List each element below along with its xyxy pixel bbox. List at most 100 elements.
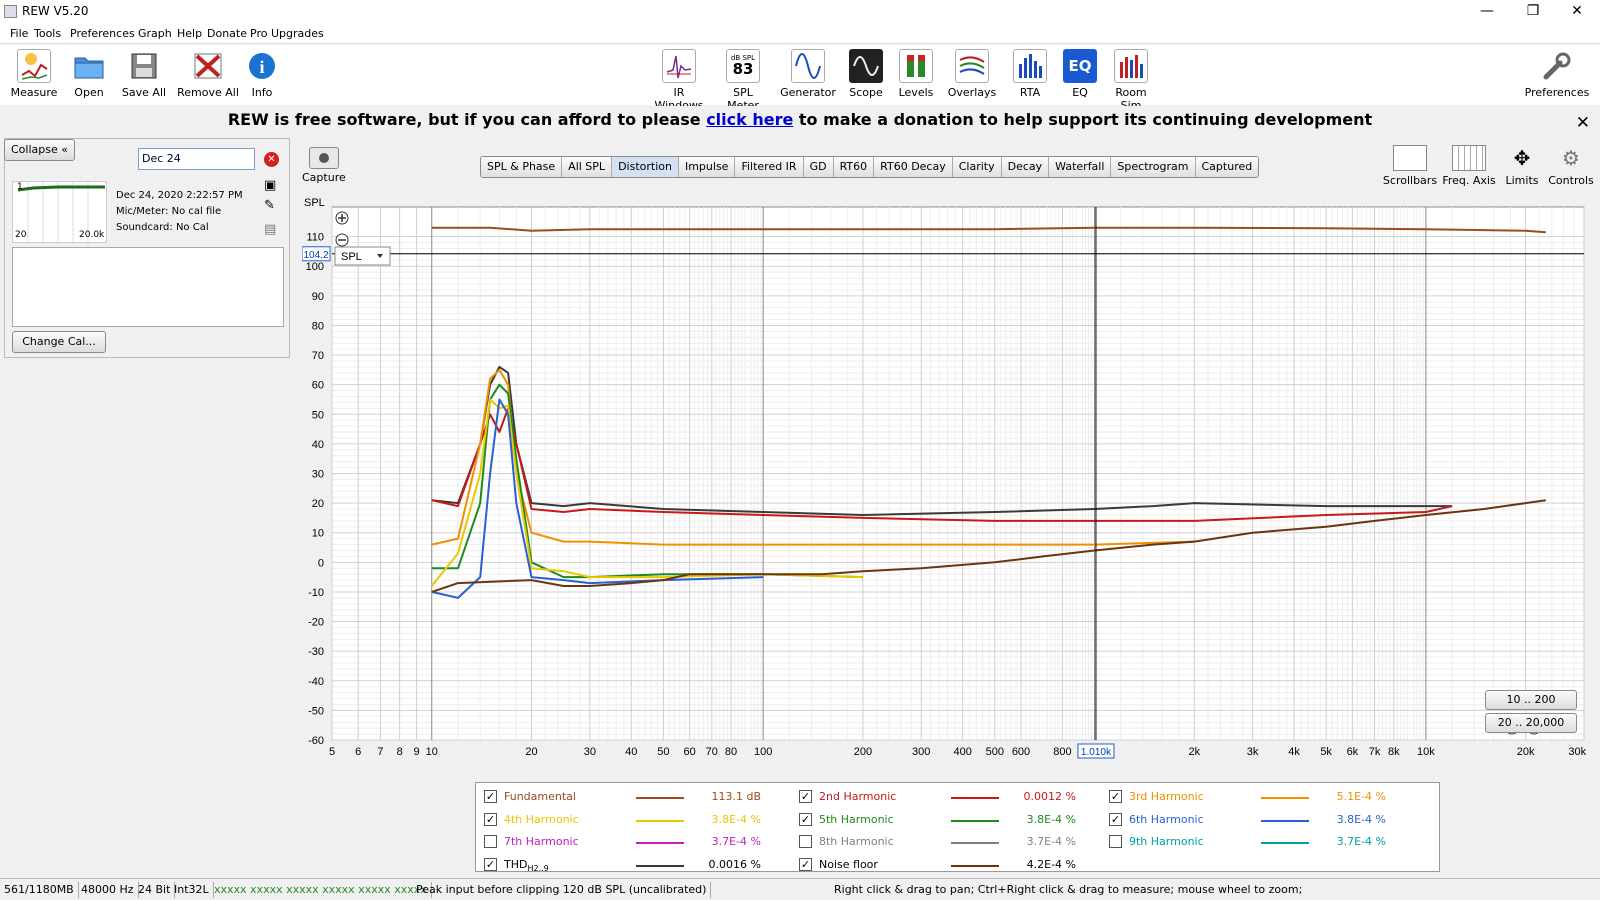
zoom-20-20000-button[interactable]: 20 .. 20,000	[1485, 713, 1577, 733]
legend-checkbox[interactable]: ✓	[484, 857, 497, 871]
scrollbars-button[interactable]: Scrollbars	[1380, 145, 1440, 187]
legend-label: THDH2..9	[504, 858, 549, 873]
minimize-icon[interactable]: —	[1464, 0, 1510, 24]
menu-file[interactable]: File	[10, 27, 28, 40]
legend-item-5th-harmonic: ✓ 5th Harmonic 3.8E-4 %	[791, 811, 1101, 833]
legend-value: 0.0012 %	[1023, 790, 1076, 803]
graph-tabs: SPL & Phase All SPL Distortion Impulse Filte…	[480, 156, 1260, 178]
legend-checkbox[interactable]: ✓	[1109, 790, 1122, 803]
legend-checkbox[interactable]: ✓	[799, 857, 812, 871]
legend-checkbox[interactable]: ✓	[484, 812, 497, 826]
generator-button[interactable]: Generator	[780, 49, 836, 99]
unit-select-value: SPL	[341, 251, 362, 263]
close-banner-icon[interactable]: ✕	[1576, 110, 1590, 137]
scope-button[interactable]: Scope	[846, 49, 886, 99]
restore-icon[interactable]: ❐	[1510, 0, 1556, 24]
tab-clarity[interactable]: Clarity	[952, 157, 1002, 177]
tab-filtered-ir[interactable]: Filtered IR	[735, 157, 804, 177]
legend-checkbox[interactable]: ✓	[799, 790, 812, 803]
legend-name: Fundamental	[504, 790, 576, 803]
tab-rt60-decay[interactable]: RT60 Decay	[874, 157, 953, 177]
legend-value: 3.8E-4 %	[711, 812, 761, 826]
tab-decay[interactable]: Decay	[1001, 157, 1050, 177]
legend-name: 5th Harmonic	[819, 812, 894, 826]
info-button[interactable]: i Info	[242, 49, 282, 99]
ir-windows-button[interactable]: IR Windows	[648, 49, 710, 112]
tab-rt60[interactable]: RT60	[833, 157, 875, 177]
menu-donate[interactable]: Donate	[207, 27, 247, 40]
legend-checkbox[interactable]	[484, 835, 497, 848]
legend-label: 2nd Harmonic	[819, 790, 896, 803]
x-tick-label: 8	[397, 746, 403, 758]
legend-value: 3.8E-4 %	[1336, 812, 1386, 826]
controls-button[interactable]: ⚙ Controls	[1548, 145, 1594, 187]
save-measurement-icon[interactable]: ▣	[264, 178, 276, 193]
notes-area[interactable]	[12, 247, 284, 327]
overlays-button[interactable]: Overlays	[946, 49, 998, 99]
tab-captured[interactable]: Captured	[1195, 157, 1259, 177]
capture-button[interactable]: Capture	[302, 147, 346, 184]
limits-icon: ✥	[1513, 146, 1531, 170]
x-tick-label: 30	[584, 746, 596, 758]
tab-all-spl[interactable]: All SPL	[562, 157, 613, 177]
y-tick-label: 10	[312, 528, 324, 540]
window-title: REW V5.20	[22, 4, 89, 18]
collapse-button[interactable]: Collapse «	[4, 139, 75, 161]
distortion-graph[interactable]: 1101009080706050403020100-10-20-30-40-50…	[302, 195, 1586, 777]
levels-button[interactable]: Levels	[896, 49, 936, 99]
donate-link[interactable]: click here	[706, 110, 793, 129]
tab-spl-phase[interactable]: SPL & Phase	[481, 157, 563, 177]
tab-gd[interactable]: GD	[803, 157, 834, 177]
spl-meter-button[interactable]: dB SPL 83 SPL Meter	[716, 49, 770, 112]
app-icon	[4, 5, 17, 18]
preferences-button[interactable]: Preferences	[1522, 49, 1592, 99]
x-tick-label: 80	[725, 746, 737, 758]
legend-checkbox[interactable]: ✓	[1109, 812, 1122, 826]
x-tick-label: 60	[683, 746, 695, 758]
y-tick-label: 80	[312, 320, 324, 332]
legend-checkbox[interactable]: ✓	[799, 812, 812, 826]
donate-text-suffix: to make a donation to help support its c…	[793, 110, 1373, 129]
y-tick-label: -50	[308, 705, 324, 717]
notes-icon[interactable]: ▤	[264, 222, 276, 237]
legend-checkbox[interactable]	[1109, 835, 1122, 848]
scrollbars-label: Scrollbars	[1382, 174, 1438, 187]
tab-distortion[interactable]: Distortion	[612, 157, 679, 177]
menu-tools[interactable]: Tools	[34, 27, 61, 40]
sample-rate: 48000 Hz	[77, 882, 139, 898]
open-button[interactable]: Open	[64, 49, 114, 99]
change-cal-button[interactable]: Change Cal...	[12, 331, 106, 353]
tab-waterfall[interactable]: Waterfall	[1049, 157, 1112, 177]
generator-label: Generator	[780, 86, 836, 99]
menu-help[interactable]: Help	[177, 27, 202, 40]
menu-preferences[interactable]: Preferences	[70, 27, 135, 40]
measure-button[interactable]: Measure	[6, 49, 62, 99]
thumbnail-min: 20	[15, 230, 27, 240]
legend-checkbox[interactable]	[799, 835, 812, 848]
measurement-thumbnail[interactable]: 1 20 20.0k	[12, 181, 107, 244]
limits-button[interactable]: ✥ Limits	[1502, 145, 1542, 187]
close-icon[interactable]: ✕	[1554, 0, 1600, 24]
measurement-name-input[interactable]: Dec 24	[138, 148, 255, 170]
menu-graph[interactable]: Graph	[138, 27, 172, 40]
y-tick-label: 100	[306, 261, 324, 273]
remove-all-label: Remove All	[177, 86, 239, 99]
freq-axis-button[interactable]: Freq. Axis	[1438, 145, 1500, 187]
y-tick-label: -20	[308, 617, 324, 629]
zoom-10-200-button[interactable]: 10 .. 200	[1485, 690, 1577, 710]
tab-impulse[interactable]: Impulse	[678, 157, 736, 177]
tab-spectrogram[interactable]: Spectrogram	[1111, 157, 1196, 177]
room-sim-button[interactable]: Room Sim	[1106, 49, 1156, 112]
pencil-icon[interactable]: ✎	[264, 198, 275, 213]
eq-button[interactable]: EQ EQ	[1062, 49, 1098, 99]
legend-checkbox[interactable]: ✓	[484, 790, 497, 803]
legend-panel: ✓ Fundamental 113.1 dB ✓ 2nd Harmonic 0.0012 …	[475, 782, 1440, 873]
save-icon	[127, 49, 161, 83]
remove-all-button[interactable]: Remove All	[176, 49, 240, 99]
rta-button[interactable]: RTA	[1010, 49, 1050, 99]
save-all-button[interactable]: Save All	[116, 49, 172, 99]
remove-measurement-icon[interactable]: ✕	[264, 152, 279, 167]
menu-pro-upgrades[interactable]: Pro Upgrades	[250, 27, 324, 40]
y-tick-label: 90	[312, 291, 324, 303]
legend-label: 7th Harmonic	[504, 835, 579, 848]
